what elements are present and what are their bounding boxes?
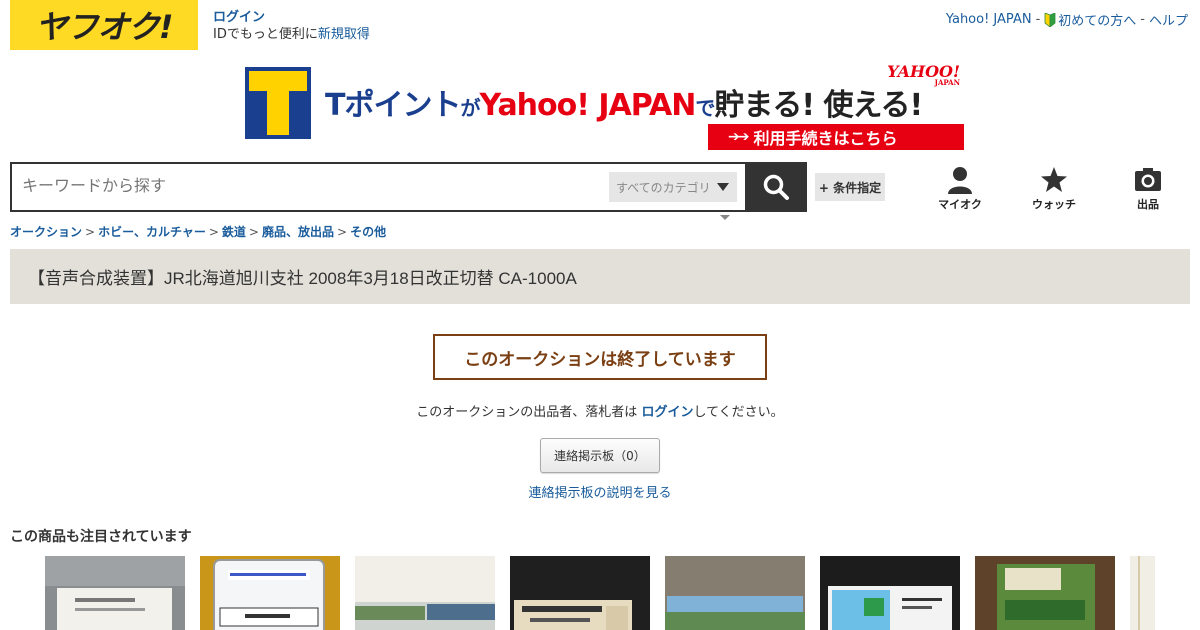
- user-icon: [948, 167, 972, 194]
- message-board-help-link[interactable]: 連絡掲示板の説明を見る: [528, 486, 671, 501]
- recommend-item-thumbnail[interactable]: [200, 556, 340, 630]
- ticket-image: [665, 556, 805, 630]
- ticket-image: [45, 556, 185, 630]
- recommend-item-thumbnail[interactable]: [45, 556, 185, 630]
- login-box: ログイン IDでもっと便利に新規取得: [213, 9, 370, 43]
- tpoint-banner[interactable]: TポイントがYahoo! JAPANで貯まる! 使える! YAHOO! JAPA…: [245, 62, 965, 152]
- beginner-label: 初めての方へ: [1058, 14, 1137, 29]
- yafuoku-logo[interactable]: ヤフオク!: [10, 0, 198, 50]
- login-notice-prefix: このオークションの出品者、落札者は: [416, 405, 642, 420]
- sign-image: [200, 556, 340, 630]
- recommend-item-thumbnail[interactable]: [355, 556, 495, 630]
- banner-cta-label: 利用手続きはこちら: [753, 129, 898, 148]
- search-box: すべてのカテゴリ: [10, 162, 745, 212]
- photo-image: [1130, 556, 1155, 630]
- recommend-carousel: [45, 556, 1155, 630]
- breadcrumb-item[interactable]: 廃品、放出品: [262, 225, 334, 239]
- logo-text: ヤフオク!: [35, 8, 174, 46]
- nav-myauc-label: マイオク: [938, 198, 982, 211]
- star-icon: [1041, 167, 1067, 192]
- banner-de: で: [695, 96, 715, 120]
- camera-icon: [1135, 168, 1161, 191]
- nav-watch[interactable]: ウォッチ: [1019, 166, 1089, 212]
- nav-sell[interactable]: 出品: [1113, 166, 1183, 212]
- ticket-image: [510, 556, 650, 630]
- recommend-heading: この商品も注目されています: [10, 529, 192, 545]
- breadcrumb-item[interactable]: オークション: [10, 225, 82, 239]
- condition-button[interactable]: + 条件指定: [815, 173, 885, 201]
- item-title-bar: 【音声合成装置】JR北海道旭川支社 2008年3月18日改正切替 CA-1000…: [10, 249, 1190, 304]
- top-links: Yahoo! JAPAN - 初めての方へ - ヘルプ: [946, 10, 1188, 29]
- login-notice-link[interactable]: ログイン: [641, 405, 693, 420]
- banner-headline: TポイントがYahoo! JAPANで貯まる! 使える!: [325, 80, 923, 124]
- beginner-link[interactable]: 初めての方へ: [1044, 10, 1136, 29]
- ticket-image: [820, 556, 960, 630]
- message-board-button[interactable]: 連絡掲示板（0）: [540, 438, 660, 473]
- banner-tpoint: Tポイント: [325, 88, 461, 123]
- category-suggest-caret-icon: [720, 215, 730, 220]
- top-link-separator: -: [1035, 12, 1041, 27]
- help-link[interactable]: ヘルプ: [1149, 10, 1188, 29]
- item-title: 【音声合成装置】JR北海道旭川支社 2008年3月18日改正切替 CA-1000…: [28, 269, 577, 288]
- nav-sell-label: 出品: [1137, 198, 1159, 211]
- top-link-separator: -: [1140, 12, 1145, 27]
- breadcrumb-separator: >: [337, 225, 348, 239]
- search-icon: [763, 174, 789, 200]
- nav-watch-label: ウォッチ: [1032, 198, 1076, 211]
- login-notice: このオークションの出品者、落札者は ログインしてください。: [0, 401, 1200, 420]
- recommend-item-thumbnail[interactable]: [665, 556, 805, 630]
- caret-down-icon: [717, 183, 729, 191]
- arrow-right-icon: ➔➔: [728, 129, 750, 145]
- search-bar: すべてのカテゴリ: [10, 162, 807, 212]
- t-point-logo-icon: [245, 67, 311, 139]
- breadcrumb: オークション > ホビー、カルチャー > 鉄道 > 廃品、放出品 > その他: [10, 223, 386, 240]
- login-link[interactable]: ログイン: [213, 9, 370, 26]
- search-button[interactable]: [745, 162, 807, 212]
- recommend-item-thumbnail[interactable]: [975, 556, 1115, 630]
- recommend-item-thumbnail[interactable]: [820, 556, 960, 630]
- register-link[interactable]: 新規取得: [318, 27, 370, 42]
- banner-yahoo: Yahoo! JAPAN: [479, 88, 696, 123]
- board-help: 連絡掲示板の説明を見る: [0, 482, 1200, 501]
- breadcrumb-separator: >: [85, 225, 96, 239]
- banner-yahoo-logo: YAHOO! JAPAN: [887, 62, 960, 87]
- recommend-item-thumbnail[interactable]: [1130, 556, 1155, 630]
- search-input[interactable]: [12, 167, 592, 207]
- breadcrumb-item[interactable]: その他: [350, 225, 386, 239]
- yahoo-japan-link[interactable]: Yahoo! JAPAN: [946, 12, 1032, 27]
- banner-ga: が: [460, 96, 480, 120]
- breadcrumb-item[interactable]: 鉄道: [222, 225, 246, 239]
- login-notice-suffix: してください。: [693, 405, 784, 420]
- nav-myauc[interactable]: マイオク: [925, 166, 995, 212]
- breadcrumb-separator: >: [248, 225, 259, 239]
- breadcrumb-item[interactable]: ホビー、カルチャー: [98, 225, 206, 239]
- beginner-mark-icon: [1044, 13, 1056, 27]
- photo-image: [355, 556, 495, 630]
- auction-ended-notice: このオークションは終了しています: [433, 334, 767, 380]
- banner-cta-button[interactable]: ➔➔ 利用手続きはこちら: [708, 124, 964, 150]
- recommend-item-thumbnail[interactable]: [510, 556, 650, 630]
- banner-tamaru: 貯まる! 使える!: [714, 88, 923, 123]
- timetable-book-image: [975, 556, 1115, 630]
- breadcrumb-separator: >: [208, 225, 219, 239]
- category-select-label: すべてのカテゴリ: [616, 180, 711, 195]
- category-select[interactable]: すべてのカテゴリ: [609, 172, 737, 202]
- register-prompt: IDでもっと便利に: [213, 27, 318, 42]
